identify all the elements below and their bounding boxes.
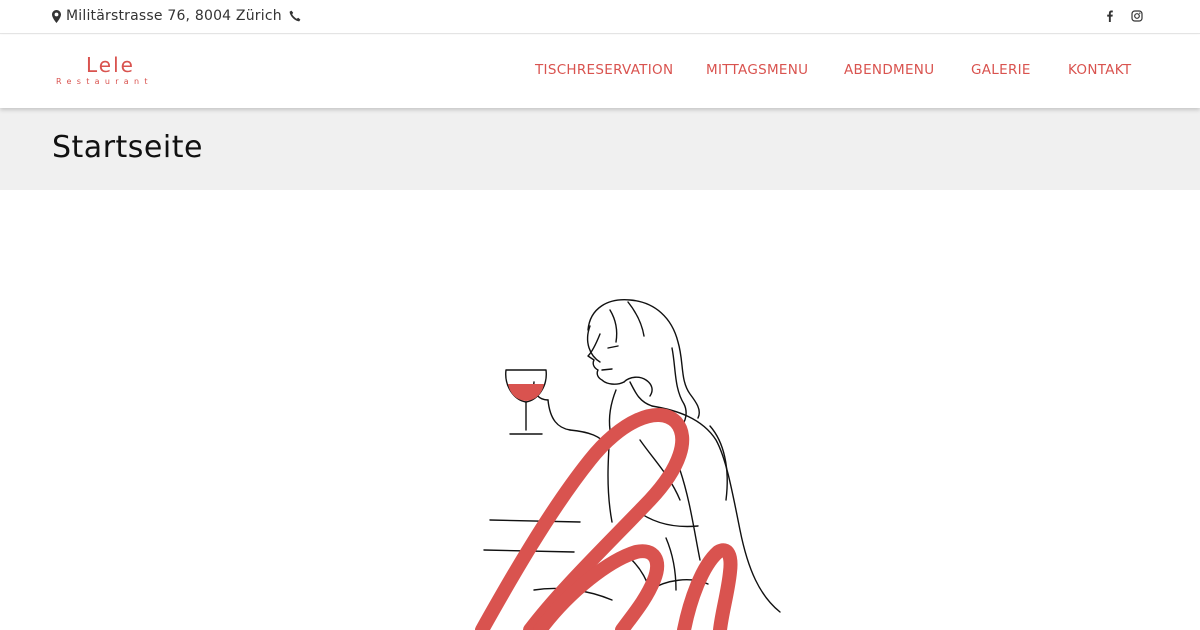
nav-item-kontakt[interactable]: KONTAKT bbox=[1068, 62, 1131, 78]
top-info-bar: Militärstrasse 76, 8004 Zürich bbox=[0, 0, 1200, 34]
address: Militärstrasse 76, 8004 Zürich bbox=[52, 8, 282, 24]
instagram-icon[interactable] bbox=[1131, 10, 1143, 22]
main-nav: TISCHRESERVATION MITTAGSMENU ABENDMENU G… bbox=[0, 62, 1200, 82]
hero-illustration bbox=[475, 299, 781, 630]
map-marker-icon bbox=[52, 9, 61, 23]
main-header: Lele Restaurant TISCHRESERVATION MITTAGS… bbox=[0, 35, 1200, 108]
nav-item-galerie[interactable]: GALERIE bbox=[971, 62, 1031, 78]
nav-item-abendmenu[interactable]: ABENDMENU bbox=[844, 62, 934, 78]
address-text: Militärstrasse 76, 8004 Zürich bbox=[66, 8, 282, 24]
nav-item-tischreservation[interactable]: TISCHRESERVATION bbox=[535, 62, 673, 78]
nav-item-mittagsmenu[interactable]: MITTAGSMENU bbox=[706, 62, 808, 78]
phone-icon[interactable] bbox=[289, 10, 301, 22]
page-title-band: Startseite bbox=[0, 108, 1200, 190]
facebook-icon[interactable] bbox=[1104, 10, 1116, 22]
page-title: Startseite bbox=[52, 130, 203, 165]
torn-edge-divider bbox=[0, 184, 1200, 190]
